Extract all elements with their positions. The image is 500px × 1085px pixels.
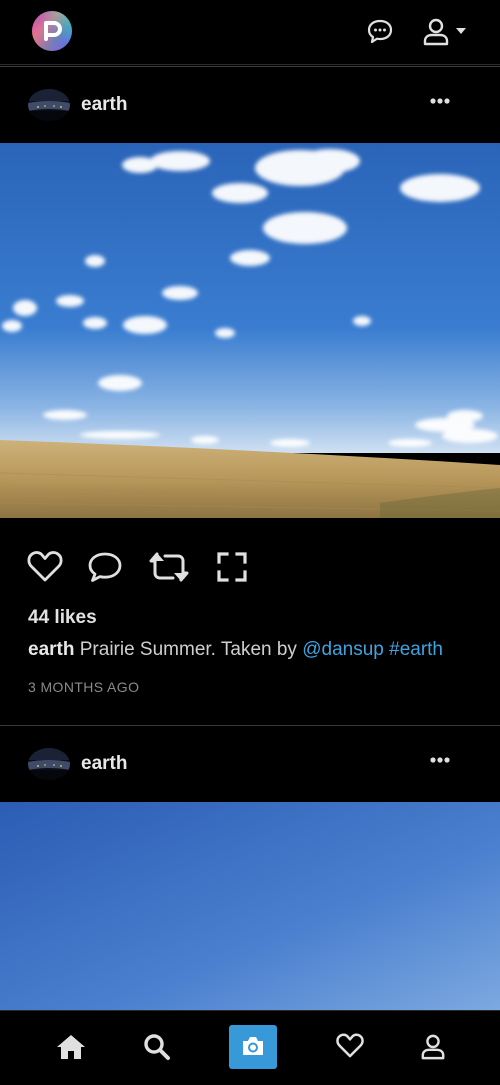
avatar[interactable] — [28, 89, 70, 121]
post-actions — [0, 518, 500, 610]
share-icon[interactable] — [148, 551, 190, 583]
post-card: earth — [0, 66, 500, 725]
pixelfed-logo[interactable] — [31, 10, 73, 52]
camera-icon — [243, 1037, 263, 1055]
blue-sky-photo[interactable] — [0, 802, 500, 1011]
likes-count[interactable]: 44 likes — [28, 607, 97, 629]
post-username[interactable]: earth — [81, 753, 127, 775]
heart-icon[interactable] — [336, 1033, 364, 1059]
user-icon[interactable] — [420, 1033, 446, 1061]
post-caption: earth Prairie Summer. Taken by @dansup #… — [28, 639, 443, 661]
expand-icon[interactable] — [216, 551, 248, 583]
post-header: earth — [0, 726, 500, 802]
post-header: earth — [0, 67, 500, 143]
search-icon[interactable] — [143, 1033, 171, 1061]
caption-username[interactable]: earth — [28, 639, 74, 660]
camera-button[interactable] — [229, 1025, 277, 1069]
post-card: earth — [0, 725, 500, 1011]
ellipsis-icon[interactable] — [430, 98, 450, 104]
ellipsis-icon[interactable] — [430, 757, 450, 763]
user-icon[interactable] — [422, 17, 450, 47]
prairie-sky-photo[interactable] — [0, 143, 500, 518]
hashtag-link[interactable]: #earth — [389, 639, 443, 660]
chat-bubble-icon[interactable] — [366, 17, 394, 45]
bottom-navbar — [0, 1010, 500, 1085]
caret-down-icon[interactable] — [455, 27, 467, 35]
caption-text: Prairie Summer. Taken by — [79, 639, 297, 660]
heart-icon[interactable] — [27, 551, 63, 583]
avatar[interactable] — [28, 748, 70, 780]
top-navbar — [0, 0, 500, 65]
home-icon[interactable] — [56, 1033, 86, 1061]
mention-link[interactable]: @dansup — [302, 639, 384, 660]
comment-icon[interactable] — [87, 551, 123, 583]
post-username[interactable]: earth — [81, 94, 127, 116]
post-timestamp[interactable]: 3 MONTHS AGO — [28, 679, 139, 695]
